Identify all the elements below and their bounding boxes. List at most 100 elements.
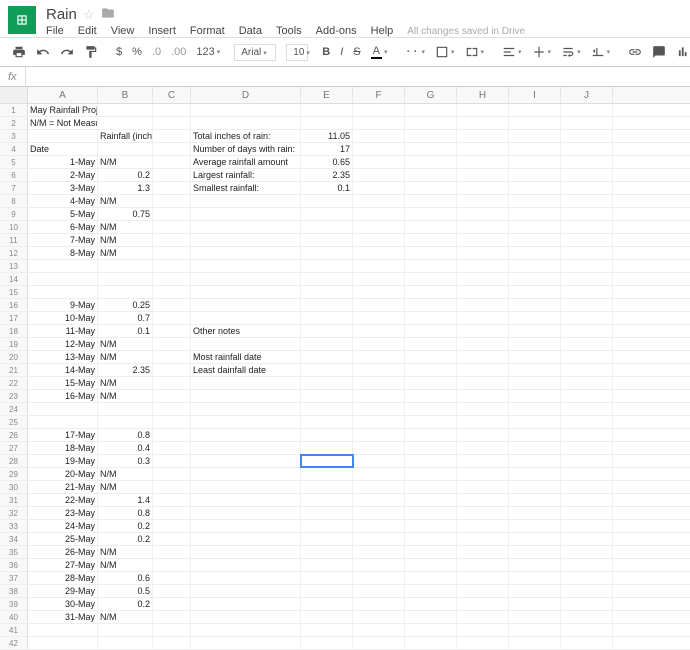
cell-C20[interactable] xyxy=(153,351,191,363)
cell-D20[interactable]: Most rainfall date xyxy=(191,351,301,363)
cell-D8[interactable] xyxy=(191,195,301,207)
cell-H22[interactable] xyxy=(457,377,509,389)
menu-tools[interactable]: Tools xyxy=(276,25,302,37)
cell-I22[interactable] xyxy=(509,377,561,389)
cell-I25[interactable] xyxy=(509,416,561,428)
cell-C42[interactable] xyxy=(153,637,191,649)
cell-I23[interactable] xyxy=(509,390,561,402)
cell-E14[interactable] xyxy=(301,273,353,285)
cell-A30[interactable]: 21-May xyxy=(28,481,98,493)
insert-link-button[interactable] xyxy=(624,42,646,62)
cell-D33[interactable] xyxy=(191,520,301,532)
cell-E29[interactable] xyxy=(301,468,353,480)
cell-D23[interactable] xyxy=(191,390,301,402)
cell-F19[interactable] xyxy=(353,338,405,350)
cell-C35[interactable] xyxy=(153,546,191,558)
cell-B40[interactable]: N/M xyxy=(98,611,153,623)
percent-button[interactable]: % xyxy=(128,43,146,61)
cell-G6[interactable] xyxy=(405,169,457,181)
cell-H26[interactable] xyxy=(457,429,509,441)
cell-E9[interactable] xyxy=(301,208,353,220)
cell-C16[interactable] xyxy=(153,299,191,311)
cell-B7[interactable]: 1.3 xyxy=(98,182,153,194)
cell-E25[interactable] xyxy=(301,416,353,428)
cell-B24[interactable] xyxy=(98,403,153,415)
cell-G20[interactable] xyxy=(405,351,457,363)
cell-F36[interactable] xyxy=(353,559,405,571)
cell-C40[interactable] xyxy=(153,611,191,623)
undo-icon[interactable] xyxy=(32,42,54,62)
cell-I41[interactable] xyxy=(509,624,561,636)
row-header[interactable]: 25 xyxy=(0,416,28,428)
cell-A26[interactable]: 17-May xyxy=(28,429,98,441)
spreadsheet-grid[interactable]: ABCDEFGHIJ 1May Rainfall Project2N/M = N… xyxy=(0,87,690,650)
cell-I26[interactable] xyxy=(509,429,561,441)
cell-E31[interactable] xyxy=(301,494,353,506)
cell-B20[interactable]: N/M xyxy=(98,351,153,363)
cell-D3[interactable]: Total inches of rain: xyxy=(191,130,301,142)
cell-H20[interactable] xyxy=(457,351,509,363)
cell-D16[interactable] xyxy=(191,299,301,311)
cell-A24[interactable] xyxy=(28,403,98,415)
currency-button[interactable]: $ xyxy=(112,43,126,61)
cell-F16[interactable] xyxy=(353,299,405,311)
select-all-corner[interactable] xyxy=(0,87,28,103)
cell-B36[interactable]: N/M xyxy=(98,559,153,571)
cell-A40[interactable]: 31-May xyxy=(28,611,98,623)
cell-A18[interactable]: 11-May xyxy=(28,325,98,337)
cell-H14[interactable] xyxy=(457,273,509,285)
cell-J35[interactable] xyxy=(561,546,613,558)
cell-A6[interactable]: 2-May xyxy=(28,169,98,181)
cell-J14[interactable] xyxy=(561,273,613,285)
cell-F4[interactable] xyxy=(353,143,405,155)
cell-D9[interactable] xyxy=(191,208,301,220)
cell-D37[interactable] xyxy=(191,572,301,584)
row-header[interactable]: 11 xyxy=(0,234,28,246)
cell-G2[interactable] xyxy=(405,117,457,129)
cell-I5[interactable] xyxy=(509,156,561,168)
cell-G11[interactable] xyxy=(405,234,457,246)
cell-H10[interactable] xyxy=(457,221,509,233)
cell-D19[interactable] xyxy=(191,338,301,350)
cell-E18[interactable] xyxy=(301,325,353,337)
row-header[interactable]: 19 xyxy=(0,338,28,350)
cell-C17[interactable] xyxy=(153,312,191,324)
cell-J27[interactable] xyxy=(561,442,613,454)
paint-format-icon[interactable] xyxy=(80,42,102,62)
row-header[interactable]: 6 xyxy=(0,169,28,181)
cell-H17[interactable] xyxy=(457,312,509,324)
cell-I3[interactable] xyxy=(509,130,561,142)
cell-F35[interactable] xyxy=(353,546,405,558)
cell-E3[interactable]: 11.05 xyxy=(301,130,353,142)
column-header-B[interactable]: B xyxy=(98,87,153,103)
cell-D2[interactable] xyxy=(191,117,301,129)
cell-B34[interactable]: 0.2 xyxy=(98,533,153,545)
cell-H12[interactable] xyxy=(457,247,509,259)
cell-A31[interactable]: 22-May xyxy=(28,494,98,506)
cell-A14[interactable] xyxy=(28,273,98,285)
cell-E34[interactable] xyxy=(301,533,353,545)
cell-D1[interactable] xyxy=(191,104,301,116)
cell-C36[interactable] xyxy=(153,559,191,571)
italic-button[interactable]: I xyxy=(336,43,347,61)
cell-G33[interactable] xyxy=(405,520,457,532)
cell-J4[interactable] xyxy=(561,143,613,155)
cell-A11[interactable]: 7-May xyxy=(28,234,98,246)
cell-H23[interactable] xyxy=(457,390,509,402)
cell-J15[interactable] xyxy=(561,286,613,298)
row-header[interactable]: 42 xyxy=(0,637,28,649)
cell-F39[interactable] xyxy=(353,598,405,610)
cell-J28[interactable] xyxy=(561,455,613,467)
merge-cells-button[interactable] xyxy=(461,42,489,62)
cell-I40[interactable] xyxy=(509,611,561,623)
cell-C26[interactable] xyxy=(153,429,191,441)
cell-E10[interactable] xyxy=(301,221,353,233)
cell-I20[interactable] xyxy=(509,351,561,363)
cell-B5[interactable]: N/M xyxy=(98,156,153,168)
column-header-H[interactable]: H xyxy=(457,87,509,103)
cell-B8[interactable]: N/M xyxy=(98,195,153,207)
cell-H34[interactable] xyxy=(457,533,509,545)
cell-D6[interactable]: Largest rainfall: xyxy=(191,169,301,181)
row-header[interactable]: 17 xyxy=(0,312,28,324)
text-wrap-button[interactable] xyxy=(557,42,585,62)
